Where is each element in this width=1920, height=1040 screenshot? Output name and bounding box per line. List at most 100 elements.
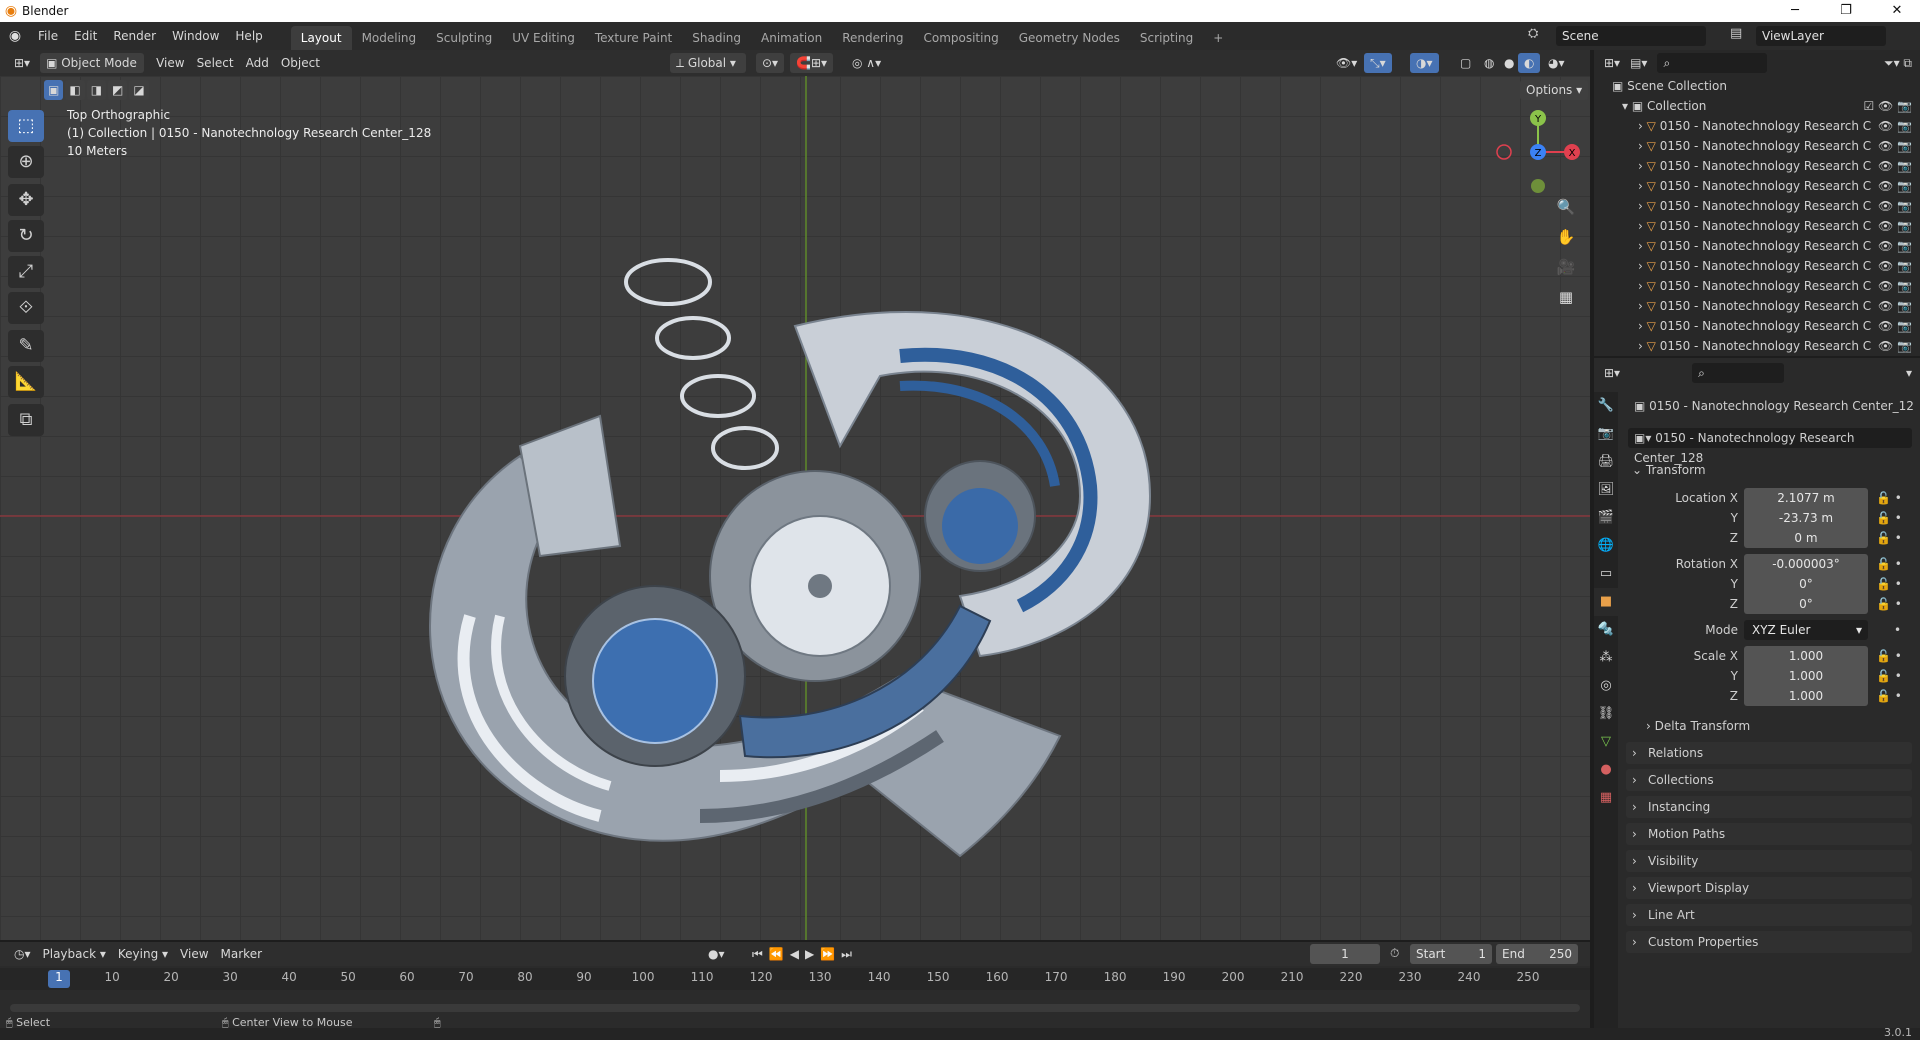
scene-collection-row[interactable]: ▣ Scene Collection [1594,76,1920,96]
options-button[interactable]: Options ▾ [1520,80,1589,100]
3d-viewport[interactable]: Top Orthographic (1) Collection | 0150 -… [0,76,1590,940]
pan-hand-icon[interactable]: ✋ [1553,224,1579,250]
section-relations[interactable]: › Relations [1626,742,1912,764]
outliner-search-input[interactable]: ⌕ [1657,53,1768,73]
editor-type-icon[interactable]: ⊞▾ [8,53,36,73]
object-name-field[interactable]: ▣▾ 0150 - Nanotechnology Research Center… [1628,428,1912,465]
section-instancing[interactable]: › Instancing [1626,796,1912,818]
outliner-item[interactable]: › ▽ 0150 - Nanotechnology Research C 👁 📷 [1594,336,1920,356]
menu-edit[interactable]: Edit [66,22,105,50]
collection-row[interactable]: ▾ ▣ Collection ☑ 👁 📷 [1594,96,1920,116]
gizmo-toggle-icon[interactable]: ⤡▾ [1364,53,1392,73]
scale-tool-icon[interactable]: ⤢ [8,256,44,288]
material-tab-icon[interactable]: ● [1594,756,1618,784]
outliner-item[interactable]: › ▽ 0150 - Nanotechnology Research C 👁 📷 [1594,116,1920,136]
outliner-item[interactable]: › ▽ 0150 - Nanotechnology Research C 👁 📷 [1594,176,1920,196]
close-button[interactable]: ✕ [1874,0,1920,22]
section-collections[interactable]: › Collections [1626,769,1912,791]
filter-icon[interactable]: ⏷▾ ⧉ [1884,56,1912,71]
mode-selector[interactable]: ▣ Object Mode ▾ [40,53,145,90]
overlay-toggle-icon[interactable]: ◑▾ [1410,53,1439,73]
outliner-item[interactable]: › ▽ 0150 - Nanotechnology Research C 👁 📷 [1594,216,1920,236]
blender-menu-icon[interactable]: ◉ [0,28,30,44]
menu-object[interactable]: Object [275,53,326,73]
output-tab-icon[interactable]: 🖨 [1594,448,1618,476]
menu-add[interactable]: Add [240,53,275,73]
move-tool-icon[interactable]: ✥ [8,184,44,216]
cursor-tool-icon[interactable]: ⊕ [8,146,44,178]
menu-window[interactable]: Window [164,22,227,50]
properties-options-icon[interactable]: ▾ [1906,366,1912,380]
lock-icon[interactable]: 🔓 • [1876,574,1902,594]
frame-ruler[interactable]: 1 10 20 30 40 50 60 70 80 90 100 110 120 130 140 150 160… [0,968,1590,990]
section-visibility[interactable]: › Visibility [1626,850,1912,872]
add-workspace-button[interactable]: + [1203,26,1233,50]
tab-texture-paint[interactable]: Texture Paint [585,26,682,50]
outliner-item[interactable]: › ▽ 0150 - Nanotechnology Research C 👁 📷 [1594,296,1920,316]
outliner-item[interactable]: › ▽ 0150 - Nanotechnology Research C 👁 📷 [1594,156,1920,176]
clock-icon[interactable]: ⏱ [1390,946,1399,961]
lock-icon[interactable]: 🔓 • [1876,686,1902,706]
navigation-gizmo[interactable]: X Y Z [1496,110,1580,194]
minimize-button[interactable]: ─ [1772,0,1818,22]
menu-marker[interactable]: Marker [215,944,268,964]
select-box-icon[interactable]: ▣ [44,80,64,100]
menu-keying[interactable]: Keying ▾ [112,944,174,964]
display-mode-icon[interactable]: ▤▾ [1630,56,1647,70]
outliner-editor-icon[interactable]: ⊞▾ [1604,56,1620,70]
outliner-item[interactable]: › ▽ 0150 - Nanotechnology Research C 👁 📷 [1594,256,1920,276]
lock-icon[interactable]: 🔓 • [1876,508,1902,528]
pivot-icon[interactable]: ⊙▾ [756,53,785,73]
menu-select[interactable]: Select [191,53,240,73]
zoom-icon[interactable]: 🔍 [1553,194,1579,220]
texture-tab-icon[interactable]: ▦ [1594,784,1618,812]
scale-y-field[interactable]: 1.000 [1744,666,1868,686]
tab-uv-editing[interactable]: UV Editing [502,26,585,50]
menu-timeline-view[interactable]: View [174,944,214,964]
properties-search-input[interactable]: ⌕ [1692,363,1785,383]
scale-x-field[interactable]: 1.000 [1744,646,1868,666]
snap-icon[interactable]: 🧲⊞▾ [790,53,834,73]
lock-icon[interactable]: 🔓 • [1876,646,1902,666]
material-shading-icon[interactable]: ◐ [1518,53,1541,73]
select-tool-icon[interactable]: ⬚ [8,110,44,142]
tab-modeling[interactable]: Modeling [352,26,427,50]
record-icon[interactable]: ●▾ [702,944,731,964]
tab-rendering[interactable]: Rendering [832,26,913,50]
data-tab-icon[interactable]: ▽ [1594,728,1618,756]
tool-tab-icon[interactable]: 🔧 [1594,392,1618,420]
scale-z-field[interactable]: 1.000 [1744,686,1868,706]
menu-playback[interactable]: Playback ▾ [37,944,112,964]
location-z-field[interactable]: 0 m [1744,528,1868,548]
timeline-scrollbar[interactable] [10,1004,1580,1012]
item-toggles[interactable]: 👁 📷 [1878,216,1912,236]
item-toggles[interactable]: 👁 📷 [1878,276,1912,296]
tab-compositing[interactable]: Compositing [913,26,1008,50]
select-subtract-icon[interactable]: ◨ [86,80,107,100]
section-custom-properties[interactable]: › Custom Properties [1626,931,1912,953]
add-cube-tool-icon[interactable]: ⧉ [8,404,44,436]
annotate-tool-icon[interactable]: ✎ [8,330,44,362]
orientation-selector[interactable]: ⟂ Global ▾ [670,53,746,73]
item-toggles[interactable]: 👁 📷 [1878,176,1912,196]
xray-icon[interactable]: ▢ [1454,53,1477,73]
outliner-item[interactable]: › ▽ 0150 - Nanotechnology Research C 👁 📷 [1594,316,1920,336]
select-invert-icon[interactable]: ◩ [108,80,128,100]
select-intersect-icon[interactable]: ◪ [129,80,149,100]
item-toggles[interactable]: 👁 📷 [1878,256,1912,276]
view-layer-selector[interactable]: ViewLayer [1756,26,1886,46]
item-toggles[interactable]: 👁 📷 [1878,136,1912,156]
timeline-editor-icon[interactable]: ◷▾ [8,944,37,964]
tab-scripting[interactable]: Scripting [1130,26,1203,50]
measure-tool-icon[interactable]: 📐 [8,366,44,398]
rotation-mode-select[interactable]: XYZ Euler ▾ [1744,620,1868,640]
visibility-icon[interactable]: 👁▾ [1330,53,1363,73]
section-line-art[interactable]: › Line Art [1626,904,1912,926]
ortho-grid-icon[interactable]: ▦ [1553,284,1579,310]
tab-animation[interactable]: Animation [751,26,832,50]
camera-view-icon[interactable]: 🎥 [1553,254,1579,280]
delta-transform-header[interactable]: › Delta Transform [1646,716,1750,736]
item-toggles[interactable]: 👁 📷 [1878,196,1912,216]
rotate-tool-icon[interactable]: ↻ [8,220,44,252]
section-viewport-display[interactable]: › Viewport Display [1626,877,1912,899]
